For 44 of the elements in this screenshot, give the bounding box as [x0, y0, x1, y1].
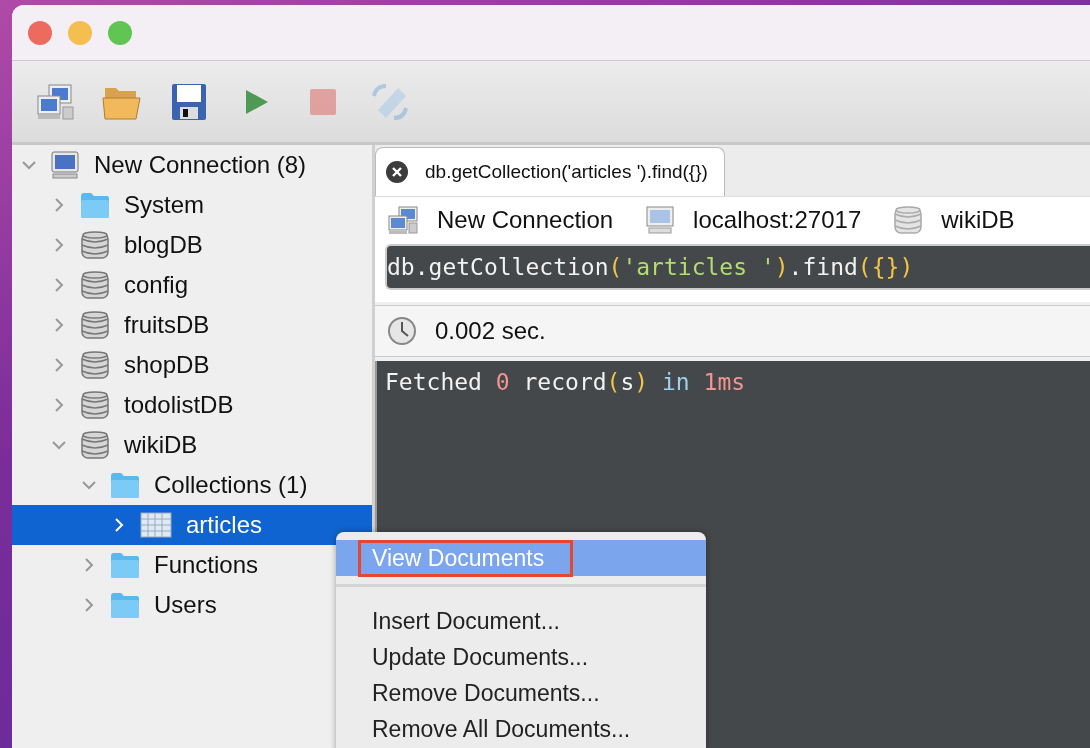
zoom-button[interactable]	[108, 20, 132, 45]
close-button[interactable]	[28, 20, 52, 45]
arrows-icon	[370, 81, 410, 122]
monitor-icon	[645, 204, 676, 235]
tree-item[interactable]: config	[12, 265, 372, 305]
database-icon	[80, 349, 110, 381]
tree-item[interactable]: Collections (1)	[12, 465, 372, 505]
tree-item[interactable]: blogDB	[12, 225, 372, 265]
output-line: Fetched 0 record(s) in 1ms	[385, 369, 747, 395]
database-icon	[80, 429, 110, 461]
table-icon	[140, 511, 172, 539]
clock-icon	[387, 316, 417, 346]
computer-icon	[50, 150, 80, 180]
tree-item[interactable]: wikiDB	[12, 425, 372, 465]
folder-icon	[80, 191, 110, 219]
computers-icon	[387, 204, 419, 235]
query-editor[interactable]: db.getCollection('articles ').find({})	[385, 244, 1090, 290]
tree-item[interactable]: articles	[12, 505, 372, 545]
database-icon	[893, 203, 924, 236]
tree-item[interactable]: todolistDB	[12, 385, 372, 425]
highlight-outline: View Documents	[358, 539, 574, 577]
folder-icon	[110, 591, 140, 619]
connection-label: New Connection	[437, 205, 614, 234]
tree-item[interactable]: New Connection (8)	[12, 145, 372, 185]
menu-item[interactable]: Remove All Documents...	[336, 711, 706, 747]
tree-item[interactable]: System	[12, 185, 372, 225]
minimize-button[interactable]	[68, 20, 92, 45]
menu-item[interactable]: Update Documents...	[336, 639, 706, 675]
tree-item[interactable]: fruitsDB	[12, 305, 372, 345]
server-label: localhost:27017	[693, 205, 862, 234]
close-icon[interactable]	[385, 160, 409, 184]
database-icon	[80, 389, 110, 421]
elapsed-time: 0.002 sec.	[435, 317, 546, 345]
computers-icon	[35, 81, 75, 122]
database-icon	[80, 269, 110, 301]
database-icon	[80, 229, 110, 261]
toolbar-button[interactable]	[169, 81, 209, 122]
folder-icon	[110, 471, 140, 499]
menu-item[interactable]: Remove Documents...	[336, 675, 706, 711]
tree-item[interactable]: shopDB	[12, 345, 372, 385]
folder-icon	[110, 551, 140, 579]
query-tab[interactable]: db.getCollection('articles ').find({})	[375, 147, 725, 196]
database-icon	[80, 309, 110, 341]
database-label: wikiDB	[941, 205, 1015, 234]
